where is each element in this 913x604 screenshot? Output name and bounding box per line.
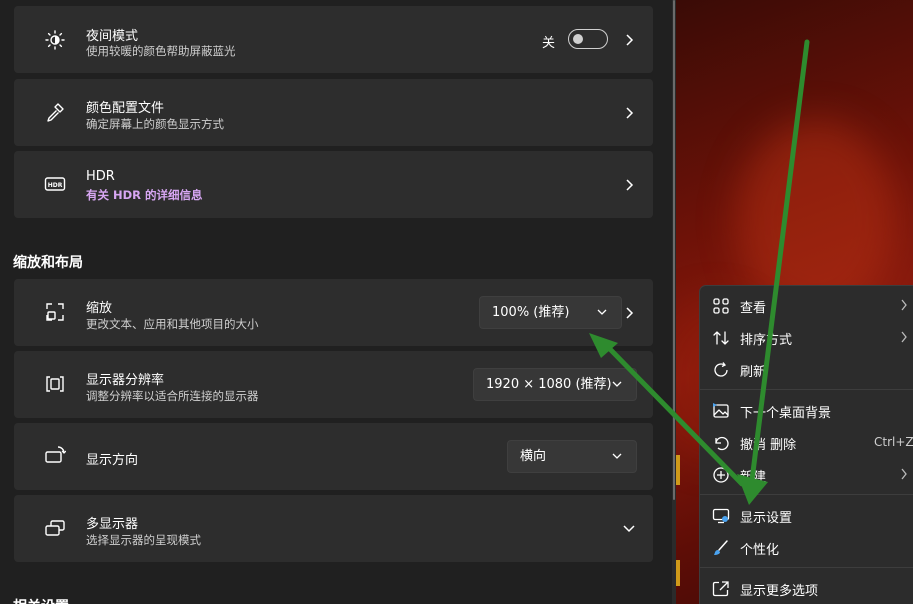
hdr-icon: HDR xyxy=(44,177,66,191)
menu-item-shortcut: Ctrl+Z xyxy=(874,435,913,449)
submenu-chevron-icon xyxy=(901,468,907,480)
chevron-down-icon xyxy=(612,381,622,387)
settings-panel: 夜间模式 使用较暖的颜色帮助屏蔽蓝光 关 颜色配置文件 确定屏幕上的颜色显示方式… xyxy=(0,0,676,604)
chevron-down-icon[interactable] xyxy=(622,524,636,534)
menu-item-label: 查看 xyxy=(740,301,767,316)
hdr-card[interactable]: HDR HDR 有关 HDR 的详细信息 xyxy=(14,151,653,218)
sort-icon xyxy=(713,331,729,345)
menu-item-label: 个性化 xyxy=(740,543,780,558)
refresh-icon xyxy=(714,362,728,377)
multi-display-card[interactable]: 多显示器 选择显示器的呈现模式 xyxy=(14,495,653,562)
scrollbar-thumb[interactable] xyxy=(673,0,675,500)
menu-item-label: 排序方式 xyxy=(740,333,793,348)
orientation-title: 显示方向 xyxy=(86,453,139,468)
scale-dropdown-value: 100% (推荐) xyxy=(492,305,570,320)
scale-card[interactable]: 缩放 更改文本、应用和其他项目的大小 100% (推荐) xyxy=(14,279,653,346)
menu-item-refresh[interactable]: 刷新 xyxy=(700,353,913,385)
menu-separator xyxy=(700,494,913,495)
orientation-dropdown-value: 横向 xyxy=(520,449,547,464)
submenu-chevron-icon xyxy=(901,331,907,343)
menu-item-new[interactable]: 新建 xyxy=(700,458,913,490)
scale-icon xyxy=(46,303,64,321)
menu-item-personalize[interactable]: 个性化 xyxy=(700,531,913,563)
wallpaper-highlight xyxy=(676,560,680,586)
menu-item-display-settings[interactable]: 显示设置 xyxy=(700,499,913,531)
orientation-card: 显示方向 横向 xyxy=(14,423,653,490)
undo-icon xyxy=(715,436,729,451)
menu-separator xyxy=(700,389,913,390)
section-title-scale-layout: 缩放和布局 xyxy=(13,255,83,271)
scale-subtitle: 更改文本、应用和其他项目的大小 xyxy=(86,317,259,331)
wallpaper-highlight xyxy=(676,455,680,485)
night-light-title: 夜间模式 xyxy=(86,29,139,44)
color-profile-subtitle: 确定屏幕上的颜色显示方式 xyxy=(86,117,224,131)
night-light-card[interactable]: 夜间模式 使用较暖的颜色帮助屏蔽蓝光 xyxy=(14,6,653,73)
eyedropper-icon xyxy=(47,103,64,122)
menu-item-label: 显示更多选项 xyxy=(740,584,819,599)
hdr-info-link[interactable]: 有关 HDR 的详细信息 xyxy=(86,187,203,203)
scale-dropdown[interactable]: 100% (推荐) xyxy=(479,296,622,329)
menu-item-view[interactable]: 查看 xyxy=(700,289,913,321)
color-profile-card[interactable]: 颜色配置文件 确定屏幕上的颜色显示方式 xyxy=(14,79,653,146)
night-light-toggle[interactable] xyxy=(568,29,608,49)
chevron-right-icon[interactable] xyxy=(624,306,634,320)
picture-icon xyxy=(713,403,729,418)
section-title-related-settings: 相关设置 xyxy=(13,596,69,604)
svg-text:HDR: HDR xyxy=(48,182,63,189)
multi-display-subtitle: 选择显示器的呈现模式 xyxy=(86,533,201,547)
desktop-context-menu: 查看 排序方式 刷新 下一个桌面背景 撤消 删除 Ctrl+Z 新建 显示设置 … xyxy=(699,285,913,604)
night-light-toggle-state: 关 xyxy=(542,36,556,51)
display-settings-icon xyxy=(712,508,730,524)
chevron-down-icon xyxy=(597,309,607,315)
menu-item-sort[interactable]: 排序方式 xyxy=(700,321,913,353)
color-profile-title: 颜色配置文件 xyxy=(86,101,165,116)
submenu-chevron-icon xyxy=(901,299,907,311)
menu-item-label: 下一个桌面背景 xyxy=(740,406,832,421)
menu-item-label: 撤消 删除 xyxy=(740,438,797,453)
resolution-icon xyxy=(46,376,64,392)
hdr-title: HDR xyxy=(86,169,115,184)
resolution-card: 显示器分辨率 调整分辨率以适合所连接的显示器 1920 × 1080 (推荐) xyxy=(14,351,653,418)
multi-display-icon xyxy=(45,520,65,536)
menu-item-label: 显示设置 xyxy=(740,511,793,526)
brush-icon xyxy=(714,540,728,555)
new-icon xyxy=(713,467,729,483)
chevron-right-icon[interactable] xyxy=(624,33,634,47)
chevron-right-icon[interactable] xyxy=(624,106,634,120)
chevron-down-icon xyxy=(612,453,622,459)
chevron-right-icon[interactable] xyxy=(624,178,634,192)
menu-item-label: 新建 xyxy=(740,470,767,485)
menu-item-label: 刷新 xyxy=(740,365,767,380)
resolution-title: 显示器分辨率 xyxy=(86,373,165,388)
brightness-icon xyxy=(45,30,65,50)
night-light-subtitle: 使用较暖的颜色帮助屏蔽蓝光 xyxy=(86,44,236,58)
menu-item-undo-delete[interactable]: 撤消 删除 Ctrl+Z xyxy=(700,426,913,458)
multi-display-title: 多显示器 xyxy=(86,517,139,532)
orientation-dropdown[interactable]: 横向 xyxy=(507,440,637,473)
grid-icon xyxy=(713,298,729,314)
resolution-subtitle: 调整分辨率以适合所连接的显示器 xyxy=(86,389,259,403)
orientation-icon xyxy=(45,446,66,463)
resolution-dropdown-value: 1920 × 1080 (推荐) xyxy=(486,377,612,392)
scale-title: 缩放 xyxy=(86,301,113,316)
resolution-dropdown[interactable]: 1920 × 1080 (推荐) xyxy=(473,368,637,401)
menu-item-next-background[interactable]: 下一个桌面背景 xyxy=(700,394,913,426)
more-options-icon xyxy=(712,581,729,597)
menu-item-show-more-options[interactable]: 显示更多选项 xyxy=(700,572,913,604)
toggle-knob xyxy=(573,34,583,44)
menu-separator xyxy=(700,567,913,568)
